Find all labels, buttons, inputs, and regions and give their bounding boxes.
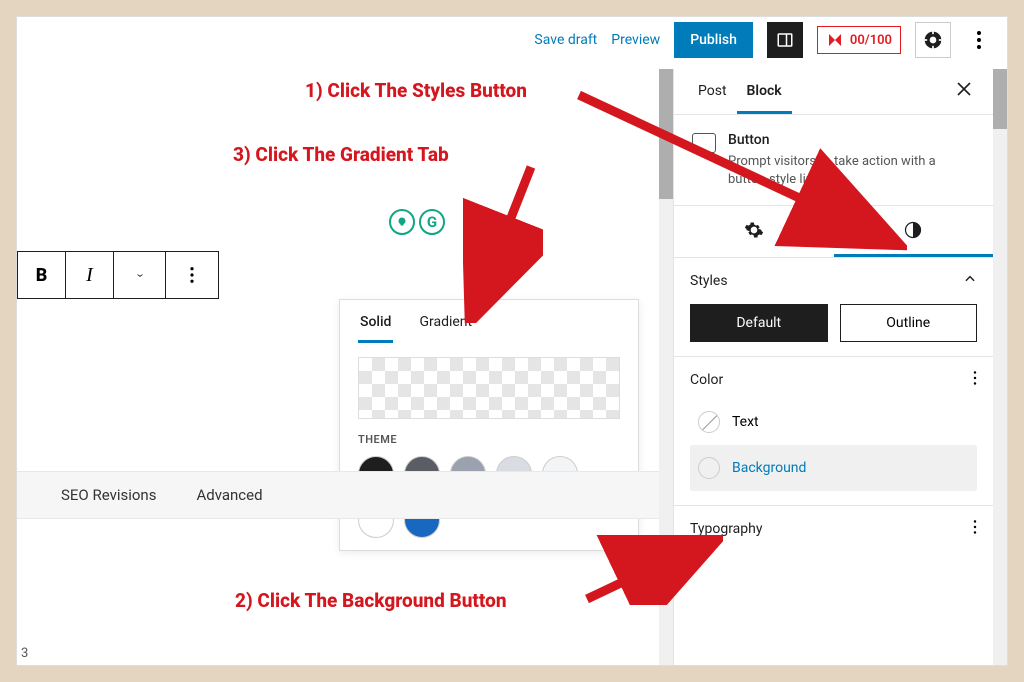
kebab-icon: [977, 31, 981, 49]
subtab-styles[interactable]: [834, 206, 994, 257]
more-options-button[interactable]: [965, 22, 993, 58]
block-desc-text: Prompt visitors to take action with a bu…: [728, 153, 975, 189]
tab-solid[interactable]: Solid: [358, 314, 393, 343]
styles-panel-title: Styles: [690, 273, 728, 289]
block-description: Button Prompt visitors to take action wi…: [674, 115, 993, 206]
more-format-button[interactable]: ›: [114, 252, 166, 298]
theme-section-label: THEME: [358, 433, 620, 446]
gear-icon: [744, 220, 764, 240]
typography-panel-title: Typography: [690, 521, 762, 537]
footer-indicator: 3: [21, 646, 28, 661]
view-toggle-button[interactable]: [767, 22, 803, 58]
color-background-label: Background: [732, 460, 806, 476]
settings-sidebar: Post Block Button Prompt visitors to tak…: [673, 69, 993, 665]
style-outline-button[interactable]: Outline: [840, 304, 978, 342]
settings-button[interactable]: [915, 22, 951, 58]
styles-panel: Styles Default Outline: [674, 258, 993, 357]
color-swatch-empty: [698, 457, 720, 479]
editor-window: Save draft Preview Publish 00/100 G B I: [16, 16, 1008, 666]
style-default-button[interactable]: Default: [690, 304, 828, 342]
block-subtabs: [674, 206, 993, 258]
assist-badges: G: [389, 209, 445, 235]
bold-button[interactable]: B: [18, 252, 66, 298]
format-options-button[interactable]: [166, 252, 218, 298]
chevron-up-icon: [963, 272, 977, 286]
typography-panel: Typography: [674, 506, 993, 552]
italic-button[interactable]: I: [66, 252, 114, 298]
block-name: Button: [728, 131, 975, 151]
sidebar-icon: [776, 31, 794, 49]
color-panel-options[interactable]: [973, 371, 977, 389]
assist-badge-2[interactable]: G: [419, 209, 445, 235]
kebab-icon: [973, 520, 977, 534]
topbar: Save draft Preview Publish 00/100: [17, 17, 1007, 69]
plus-bulb-icon: [396, 216, 408, 228]
tab-block[interactable]: Block: [737, 69, 792, 114]
close-sidebar-button[interactable]: [949, 72, 979, 112]
format-toolbar: B I ›: [17, 251, 219, 299]
subtab-settings[interactable]: [674, 206, 834, 257]
canvas-scrollbar[interactable]: [659, 69, 673, 665]
styles-panel-toggle[interactable]: [963, 272, 977, 290]
color-panel-title: Color: [690, 372, 723, 388]
seo-score-pill[interactable]: 00/100: [817, 26, 901, 54]
publish-button[interactable]: Publish: [674, 22, 753, 58]
seo-score-text: 00/100: [850, 33, 892, 48]
style-variants: Default Outline: [690, 304, 977, 342]
color-background-item[interactable]: Background: [690, 445, 977, 491]
color-panel: Color Text Background: [674, 357, 993, 506]
current-color-swatch[interactable]: [358, 357, 620, 419]
color-swatch-empty: [698, 411, 720, 433]
kebab-icon: [190, 267, 194, 283]
assist-badge-1[interactable]: [389, 209, 415, 235]
preview-link[interactable]: Preview: [611, 32, 660, 48]
close-icon: [957, 82, 971, 96]
gear-badge-icon: [923, 30, 943, 50]
lower-tab-seo-revisions[interactable]: SEO Revisions: [61, 486, 156, 504]
color-text-item[interactable]: Text: [690, 399, 977, 445]
color-text-label: Text: [732, 414, 759, 430]
save-draft-link[interactable]: Save draft: [534, 32, 597, 48]
sidebar-tabs: Post Block: [674, 69, 993, 115]
tab-gradient[interactable]: Gradient: [417, 314, 474, 343]
seo-logo-icon: [826, 31, 844, 49]
button-block-icon: [692, 133, 716, 153]
styles-half-circle-icon: [903, 220, 923, 240]
main-scrollbar[interactable]: [993, 69, 1007, 665]
tab-post[interactable]: Post: [688, 69, 737, 114]
chevron-down-icon: ›: [132, 273, 147, 277]
editor-canvas: G B I › Solid Gradient THEME: [17, 69, 673, 665]
kebab-icon: [973, 371, 977, 385]
lower-tab-advanced[interactable]: Advanced: [196, 486, 262, 504]
typography-panel-options[interactable]: [973, 520, 977, 538]
lower-tabs: SEO Revisions Advanced: [17, 471, 659, 519]
color-picker-tabs: Solid Gradient: [340, 300, 638, 343]
